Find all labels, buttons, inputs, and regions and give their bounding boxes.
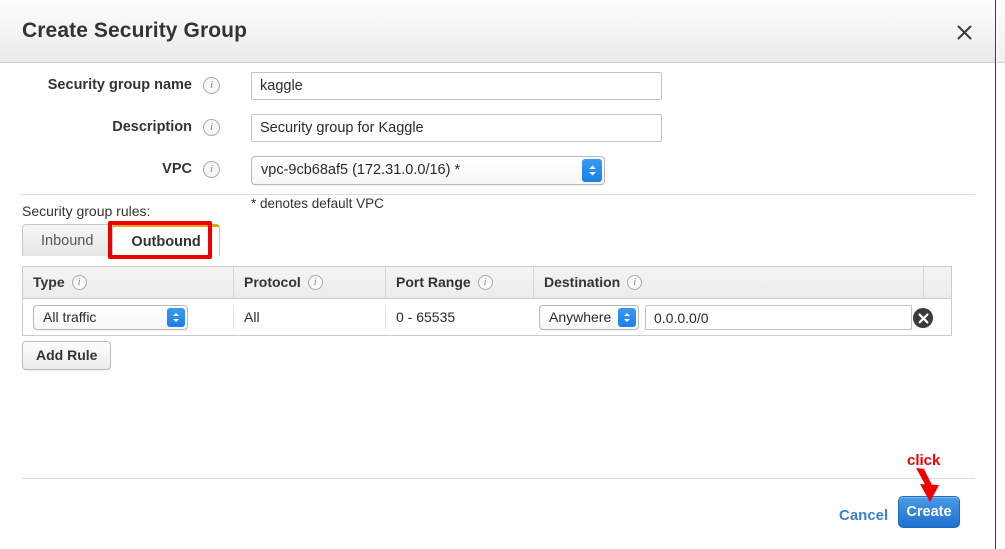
tab-outbound[interactable]: Outbound (112, 224, 220, 256)
rule-type-select[interactable]: All traffic (33, 305, 188, 330)
security-group-name-input[interactable] (251, 72, 662, 100)
rules-table: Type i Protocol i Port Range i Destination i… (22, 266, 952, 336)
vpc-hint-text: * denotes default VPC (251, 196, 384, 211)
chevron-updown-icon[interactable] (582, 159, 602, 182)
remove-circle-icon[interactable] (913, 308, 933, 328)
rule-destination-scope-value: Anywhere (549, 309, 612, 325)
column-header-destination: Destination i (533, 267, 923, 299)
description-input[interactable] (251, 114, 662, 142)
form-area: Security group name i Description i VPC … (0, 63, 995, 217)
form-row-security-group-name: Security group name i (0, 72, 995, 105)
add-rule-button[interactable]: Add Rule (22, 341, 112, 370)
info-icon[interactable]: i (203, 119, 220, 136)
security-group-rules-label: Security group rules: (22, 203, 151, 219)
table-row: All traffic All 0 - 65535 Anywhere (23, 299, 951, 336)
rule-type-value: All traffic (43, 309, 97, 325)
rules-tabs: Inbound Outbound (22, 224, 220, 256)
rule-protocol-value: All (233, 305, 385, 330)
footer-divider (22, 478, 975, 479)
create-security-group-dialog: Create Security Group Security group nam… (0, 0, 1005, 549)
column-header-type-label: Type (33, 274, 65, 290)
info-icon[interactable]: i (477, 274, 493, 290)
create-button[interactable]: Create (898, 496, 960, 528)
column-header-protocol: Protocol i (233, 267, 385, 299)
rules-table-header: Type i Protocol i Port Range i Destination i (23, 267, 951, 299)
tab-inbound[interactable]: Inbound (22, 224, 113, 256)
dialog-header: Create Security Group (0, 0, 995, 63)
info-icon[interactable]: i (203, 161, 220, 178)
info-icon[interactable]: i (203, 77, 220, 94)
form-row-description: Description i (0, 114, 995, 147)
right-edge-rail-top (997, 0, 1005, 63)
security-group-name-label: Security group name (47, 77, 192, 93)
column-header-actions (923, 267, 953, 299)
dialog-title: Create Security Group (22, 19, 247, 42)
vpc-label: VPC (162, 161, 192, 177)
vpc-select-value: vpc-9cb68af5 (172.31.0.0/16) * (261, 162, 461, 178)
chevron-updown-icon[interactable] (618, 308, 636, 327)
form-divider (20, 194, 975, 195)
column-header-destination-label: Destination (544, 274, 621, 290)
close-icon[interactable] (951, 19, 977, 45)
info-icon[interactable]: i (627, 274, 643, 290)
rule-destination-cidr-input[interactable] (645, 305, 912, 330)
info-icon[interactable]: i (71, 274, 87, 290)
column-header-protocol-label: Protocol (244, 274, 301, 290)
right-edge-rail (995, 0, 1005, 549)
click-annotation-label: click (907, 452, 941, 469)
chevron-updown-icon[interactable] (167, 308, 185, 327)
info-icon[interactable]: i (307, 274, 323, 290)
rule-port-range-value: 0 - 65535 (385, 305, 533, 330)
vpc-select[interactable]: vpc-9cb68af5 (172.31.0.0/16) * (251, 156, 605, 185)
cancel-button[interactable]: Cancel (839, 507, 888, 524)
column-header-type: Type i (23, 267, 233, 299)
description-label: Description (112, 119, 192, 135)
form-row-vpc: VPC i vpc-9cb68af5 (172.31.0.0/16) * (0, 156, 995, 189)
column-header-port-range-label: Port Range (396, 274, 471, 290)
rule-destination-scope-select[interactable]: Anywhere (539, 305, 639, 330)
column-header-port-range: Port Range i (385, 267, 533, 299)
row-separator (23, 335, 951, 336)
